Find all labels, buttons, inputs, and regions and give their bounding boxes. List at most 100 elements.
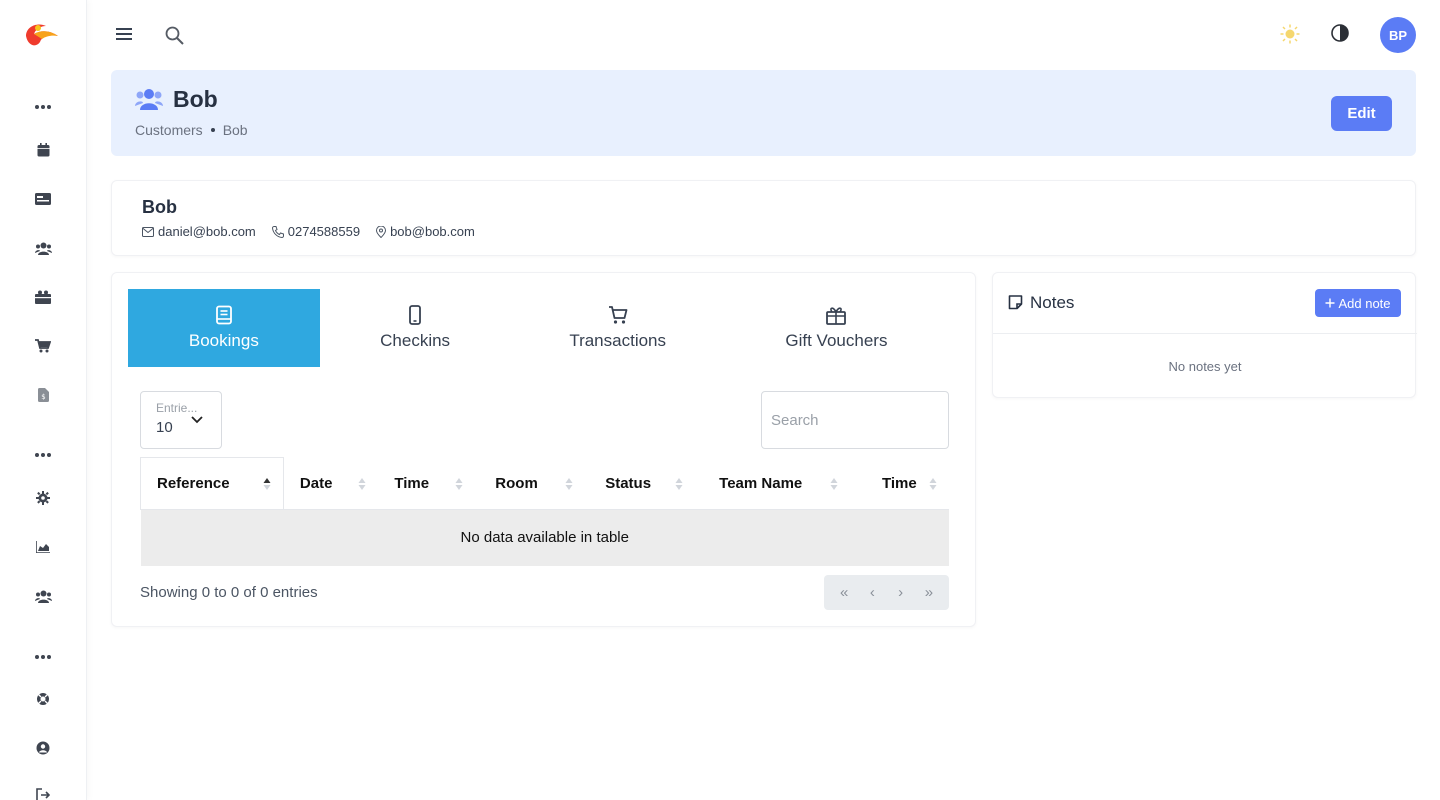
page-title: Bob	[173, 86, 218, 112]
tab-bar: Bookings Checkins Transactions Gift Vouc…	[128, 289, 948, 367]
chart-area-icon[interactable]	[34, 538, 52, 556]
envelope-icon	[142, 226, 154, 237]
sidebar: $	[0, 0, 87, 800]
breadcrumb-current: Bob	[222, 122, 248, 138]
sort-icon	[929, 477, 937, 490]
section-dots-icon	[34, 104, 52, 110]
chevron-down-icon	[191, 416, 203, 424]
contact-details: daniel@bob.com 0274588559 bob@bob.com	[142, 224, 475, 239]
edit-button[interactable]: Edit	[1331, 96, 1392, 131]
page-header: Bob Customers Bob Edit	[111, 70, 1416, 156]
customer-profile-card: Bob daniel@bob.com 0274588559 bob@bob.co…	[111, 180, 1416, 256]
column-header-status[interactable]: Status	[585, 457, 696, 510]
user-circle-icon[interactable]	[34, 739, 52, 757]
column-label: Time	[394, 474, 430, 492]
breadcrumb-customers[interactable]: Customers	[135, 122, 203, 138]
sort-icon	[565, 477, 573, 490]
logout-icon[interactable]	[34, 786, 52, 800]
sort-asc-icon	[263, 478, 271, 490]
tab-transactions[interactable]: Transactions	[510, 289, 724, 367]
gear-icon[interactable]	[34, 489, 52, 507]
notes-header: Notes Add note	[993, 273, 1417, 334]
customer-name: Bob	[142, 197, 177, 217]
add-note-label: Add note	[1338, 295, 1391, 311]
invoice-icon[interactable]: $	[34, 386, 52, 404]
users-icon[interactable]	[34, 587, 52, 605]
tab-checkins[interactable]: Checkins	[320, 289, 511, 367]
tab-label: Gift Vouchers	[785, 331, 888, 350]
tab-label: Transactions	[569, 331, 666, 350]
sticky-note-icon	[1008, 295, 1023, 310]
column-header-room[interactable]: Room	[475, 457, 586, 510]
column-header-team-name[interactable]: Team Name	[695, 457, 850, 510]
pager-prev[interactable]: ‹	[860, 584, 884, 601]
id-card-icon[interactable]	[34, 190, 52, 208]
sun-icon[interactable]	[1280, 24, 1300, 44]
add-note-button[interactable]: Add note	[1315, 289, 1401, 317]
tab-bookings[interactable]: Bookings	[128, 289, 320, 367]
entries-label: Entrie...	[156, 401, 198, 415]
phone-text: 0274588559	[287, 224, 361, 239]
cart-icon[interactable]	[34, 337, 52, 355]
notes-title: Notes	[1030, 293, 1075, 312]
app-logo[interactable]	[22, 20, 62, 50]
sort-icon	[358, 477, 366, 490]
section-dots-icon	[34, 654, 52, 660]
book-icon	[215, 305, 232, 325]
cart-icon	[608, 306, 628, 324]
gift-icon	[826, 307, 847, 325]
address-text: bob@bob.com	[390, 224, 475, 239]
column-header-time[interactable]: Time	[378, 457, 476, 510]
pager-last[interactable]: »	[917, 584, 941, 601]
notes-empty-message: No notes yet	[1168, 359, 1242, 374]
section-dots-icon	[34, 452, 52, 458]
users-icon[interactable]	[34, 239, 52, 257]
users-icon	[135, 88, 163, 110]
column-label: Time	[882, 474, 917, 492]
sort-icon	[455, 477, 463, 490]
breadcrumb-separator	[210, 128, 215, 132]
tab-label: Bookings	[188, 331, 259, 350]
hamburger-icon[interactable]	[115, 25, 133, 43]
entries-value: 10	[156, 419, 173, 436]
sort-icon	[830, 477, 838, 490]
column-label: Team Name	[719, 474, 803, 492]
table-info: Showing 0 to 0 of 0 entries	[140, 584, 318, 601]
contact-address: bob@bob.com	[376, 224, 475, 239]
contrast-icon[interactable]	[1330, 23, 1350, 43]
column-header-time-2[interactable]: Time	[850, 457, 949, 510]
contact-email: daniel@bob.com	[142, 224, 256, 239]
pager-next[interactable]: ›	[889, 584, 913, 601]
table-header-row: Reference Date Time Room Status Team Nam…	[140, 457, 949, 510]
notes-card: Notes Add note No notes yet	[992, 272, 1417, 398]
gift-icon[interactable]	[34, 288, 52, 306]
column-header-reference[interactable]: Reference	[140, 457, 284, 510]
map-pin-icon	[376, 225, 387, 238]
empty-table-message: No data available in table	[140, 509, 949, 566]
pager-first[interactable]: «	[832, 584, 856, 601]
user-avatar[interactable]: BP	[1380, 17, 1416, 53]
column-label: Date	[299, 474, 333, 492]
customer-activity-card: Bookings Checkins Transactions Gift Vouc…	[111, 272, 976, 627]
mobile-icon	[409, 305, 422, 325]
column-label: Room	[495, 474, 538, 492]
tab-label: Checkins	[380, 331, 451, 350]
topbar: BP	[87, 0, 1440, 68]
lifebuoy-icon[interactable]	[34, 690, 52, 708]
pagination: « ‹ › »	[824, 575, 949, 610]
column-header-date[interactable]: Date	[283, 457, 379, 510]
svg-text:$: $	[41, 393, 45, 401]
search-icon[interactable]	[164, 25, 184, 45]
breadcrumb: Customers Bob	[135, 122, 248, 138]
phone-icon	[271, 225, 284, 238]
bookings-table: Reference Date Time Room Status Team Nam…	[140, 457, 949, 566]
plus-icon	[1325, 298, 1335, 308]
column-label: Status	[605, 474, 652, 492]
table-search-input[interactable]	[761, 391, 949, 449]
contact-phone: 0274588559	[271, 224, 361, 239]
column-label: Reference	[157, 475, 230, 492]
tab-gift-vouchers[interactable]: Gift Vouchers	[725, 289, 948, 367]
entries-select[interactable]: Entrie... 10	[140, 391, 222, 449]
sort-icon	[675, 477, 683, 490]
calendar-icon[interactable]	[34, 141, 52, 159]
